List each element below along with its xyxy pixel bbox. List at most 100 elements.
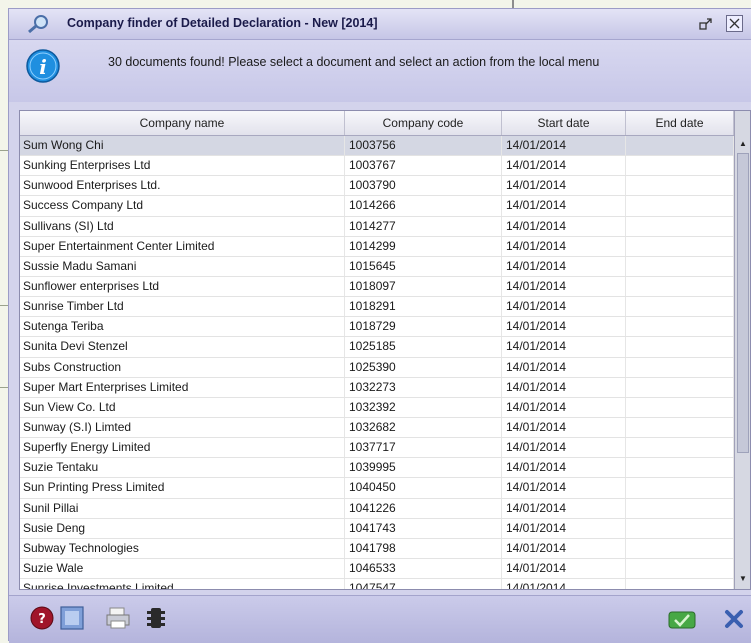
cell-end-date xyxy=(626,478,734,498)
cell-company-code: 1014266 xyxy=(345,196,502,216)
cell-end-date xyxy=(626,438,734,458)
cell-start-date: 14/01/2014 xyxy=(502,297,626,317)
title-bar[interactable]: Company finder of Detailed Declaration -… xyxy=(9,9,751,40)
cell-company-code: 1025185 xyxy=(345,337,502,357)
scroll-thumb[interactable] xyxy=(737,153,749,453)
export-icon[interactable] xyxy=(143,605,169,631)
print-icon[interactable] xyxy=(105,605,131,631)
cell-end-date xyxy=(626,176,734,196)
cell-end-date xyxy=(626,317,734,337)
cell-end-date xyxy=(626,498,734,518)
cell-company-name: Sunwood Enterprises Ltd. xyxy=(20,176,345,196)
cell-company-name: Sussie Madu Samani xyxy=(20,256,345,276)
cell-company-name: Sunita Devi Stenzel xyxy=(20,337,345,357)
table-row[interactable]: Sussie Madu Samani 1015645 14/01/2014 xyxy=(20,256,734,277)
cell-end-date xyxy=(626,518,734,538)
column-header-start-date[interactable]: Start date xyxy=(502,111,626,135)
cell-start-date: 14/01/2014 xyxy=(502,538,626,558)
cell-end-date xyxy=(626,236,734,256)
cell-end-date xyxy=(626,397,734,417)
cell-company-code: 1032273 xyxy=(345,377,502,397)
table-row[interactable]: Subs Construction 1025390 14/01/2014 xyxy=(20,357,734,378)
cell-end-date xyxy=(626,196,734,216)
restore-icon[interactable] xyxy=(698,16,714,32)
view-icon[interactable] xyxy=(59,605,85,631)
cell-end-date xyxy=(626,216,734,236)
scroll-down-icon[interactable]: ▼ xyxy=(735,571,750,587)
cell-company-name: Suzie Wale xyxy=(20,558,345,579)
cell-company-code: 1040450 xyxy=(345,478,502,498)
company-table: Company name Company code Start date End… xyxy=(19,110,751,590)
cell-company-code: 1014277 xyxy=(345,216,502,236)
cell-company-code: 1015645 xyxy=(345,256,502,276)
cell-company-code: 1032392 xyxy=(345,397,502,417)
info-icon: i xyxy=(26,49,60,83)
table-row[interactable]: Susie Deng 1041743 14/01/2014 xyxy=(20,518,734,539)
column-header-company-name[interactable]: Company name xyxy=(20,111,345,135)
cell-company-name: Sun View Co. Ltd xyxy=(20,397,345,417)
cell-start-date: 14/01/2014 xyxy=(502,196,626,216)
cell-company-code: 1032682 xyxy=(345,417,502,438)
cell-end-date xyxy=(626,256,734,276)
help-icon[interactable]: ? xyxy=(29,605,55,631)
cell-company-code: 1037717 xyxy=(345,438,502,458)
table-row[interactable]: Success Company Ltd 1014266 14/01/2014 xyxy=(20,196,734,217)
table-row[interactable]: Subway Technologies 1041798 14/01/2014 xyxy=(20,538,734,559)
table-row[interactable]: Sunflower enterprises Ltd 1018097 14/01/20… xyxy=(20,276,734,298)
table-row[interactable]: Suzie Tentaku 1039995 14/01/2014 xyxy=(20,458,734,479)
column-header-company-code[interactable]: Company code xyxy=(345,111,502,135)
cell-company-code: 1046533 xyxy=(345,558,502,579)
table-row[interactable]: Sunway (S.I) Limted 1032682 14/01/2014 xyxy=(20,417,734,439)
cell-company-name: Sutenga Teriba xyxy=(20,317,345,337)
table-row[interactable]: Sullivans (SI) Ltd 1014277 14/01/2014 xyxy=(20,216,734,237)
close-icon[interactable] xyxy=(721,606,747,632)
table-row[interactable]: Sum Wong Chi 1003756 14/01/2014 xyxy=(20,136,734,157)
cell-end-date xyxy=(626,579,734,589)
cell-company-name: Sunrise Investments Limited xyxy=(20,579,345,589)
cell-start-date: 14/01/2014 xyxy=(502,377,626,397)
cell-company-name: Super Entertainment Center Limited xyxy=(20,236,345,256)
cell-company-code: 1018097 xyxy=(345,276,502,297)
cell-company-name: Susie Deng xyxy=(20,518,345,538)
vertical-scrollbar[interactable]: ▲ ▼ xyxy=(734,111,750,589)
cell-start-date: 14/01/2014 xyxy=(502,176,626,196)
table-row[interactable]: Super Mart Enterprises Limited 1032273 14/… xyxy=(20,377,734,398)
cell-company-code: 1025390 xyxy=(345,357,502,377)
table-row[interactable]: Super Entertainment Center Limited 101429… xyxy=(20,236,734,257)
table-row[interactable]: Sunil Pillai 1041226 14/01/2014 xyxy=(20,498,734,519)
table-row[interactable]: Sunita Devi Stenzel 1025185 14/01/2014 xyxy=(20,337,734,358)
cell-company-code: 1047547 xyxy=(345,579,502,589)
cell-company-name: Suzie Tentaku xyxy=(20,458,345,478)
cell-company-name: Sum Wong Chi xyxy=(20,136,345,156)
cell-company-code: 1041743 xyxy=(345,518,502,538)
cell-start-date: 14/01/2014 xyxy=(502,357,626,377)
cell-company-name: Subs Construction xyxy=(20,357,345,377)
column-header-end-date[interactable]: End date xyxy=(626,111,734,135)
table-row[interactable]: Sun Printing Press Limited 1040450 14/01/2… xyxy=(20,478,734,499)
table-row[interactable]: Sun View Co. Ltd 1032392 14/01/2014 xyxy=(20,397,734,418)
table-row[interactable]: Sunwood Enterprises Ltd. 1003790 14/01/201… xyxy=(20,176,734,197)
confirm-icon[interactable] xyxy=(667,606,697,632)
table-row[interactable]: Sutenga Teriba 1018729 14/01/2014 xyxy=(20,317,734,338)
cell-start-date: 14/01/2014 xyxy=(502,498,626,518)
background-divider xyxy=(512,0,514,8)
table-row[interactable]: Sunrise Timber Ltd 1018291 14/01/2014 xyxy=(20,297,734,318)
magnifier-icon xyxy=(28,15,48,34)
cell-end-date xyxy=(626,558,734,579)
cell-company-name: Subway Technologies xyxy=(20,538,345,558)
table-row[interactable]: Suzie Wale 1046533 14/01/2014 xyxy=(20,558,734,580)
cell-start-date: 14/01/2014 xyxy=(502,236,626,256)
cell-company-name: Sunking Enterprises Ltd xyxy=(20,156,345,176)
cell-start-date: 14/01/2014 xyxy=(502,216,626,236)
cell-company-name: Sun Printing Press Limited xyxy=(20,478,345,498)
info-message: 30 documents found! Please select a docu… xyxy=(108,55,600,69)
table-row[interactable]: Superfly Energy Limited 1037717 14/01/2014 xyxy=(20,438,734,459)
scroll-up-icon[interactable]: ▲ xyxy=(735,136,750,152)
cell-start-date: 14/01/2014 xyxy=(502,518,626,538)
cell-company-code: 1014299 xyxy=(345,236,502,256)
cell-start-date: 14/01/2014 xyxy=(502,579,626,589)
window-close-icon[interactable] xyxy=(726,15,743,32)
table-row[interactable]: Sunking Enterprises Ltd 1003767 14/01/2014 xyxy=(20,156,734,177)
table-row[interactable]: Sunrise Investments Limited 1047547 14/01/… xyxy=(20,579,734,589)
info-bar: i 30 documents found! Please select a do… xyxy=(9,40,751,102)
